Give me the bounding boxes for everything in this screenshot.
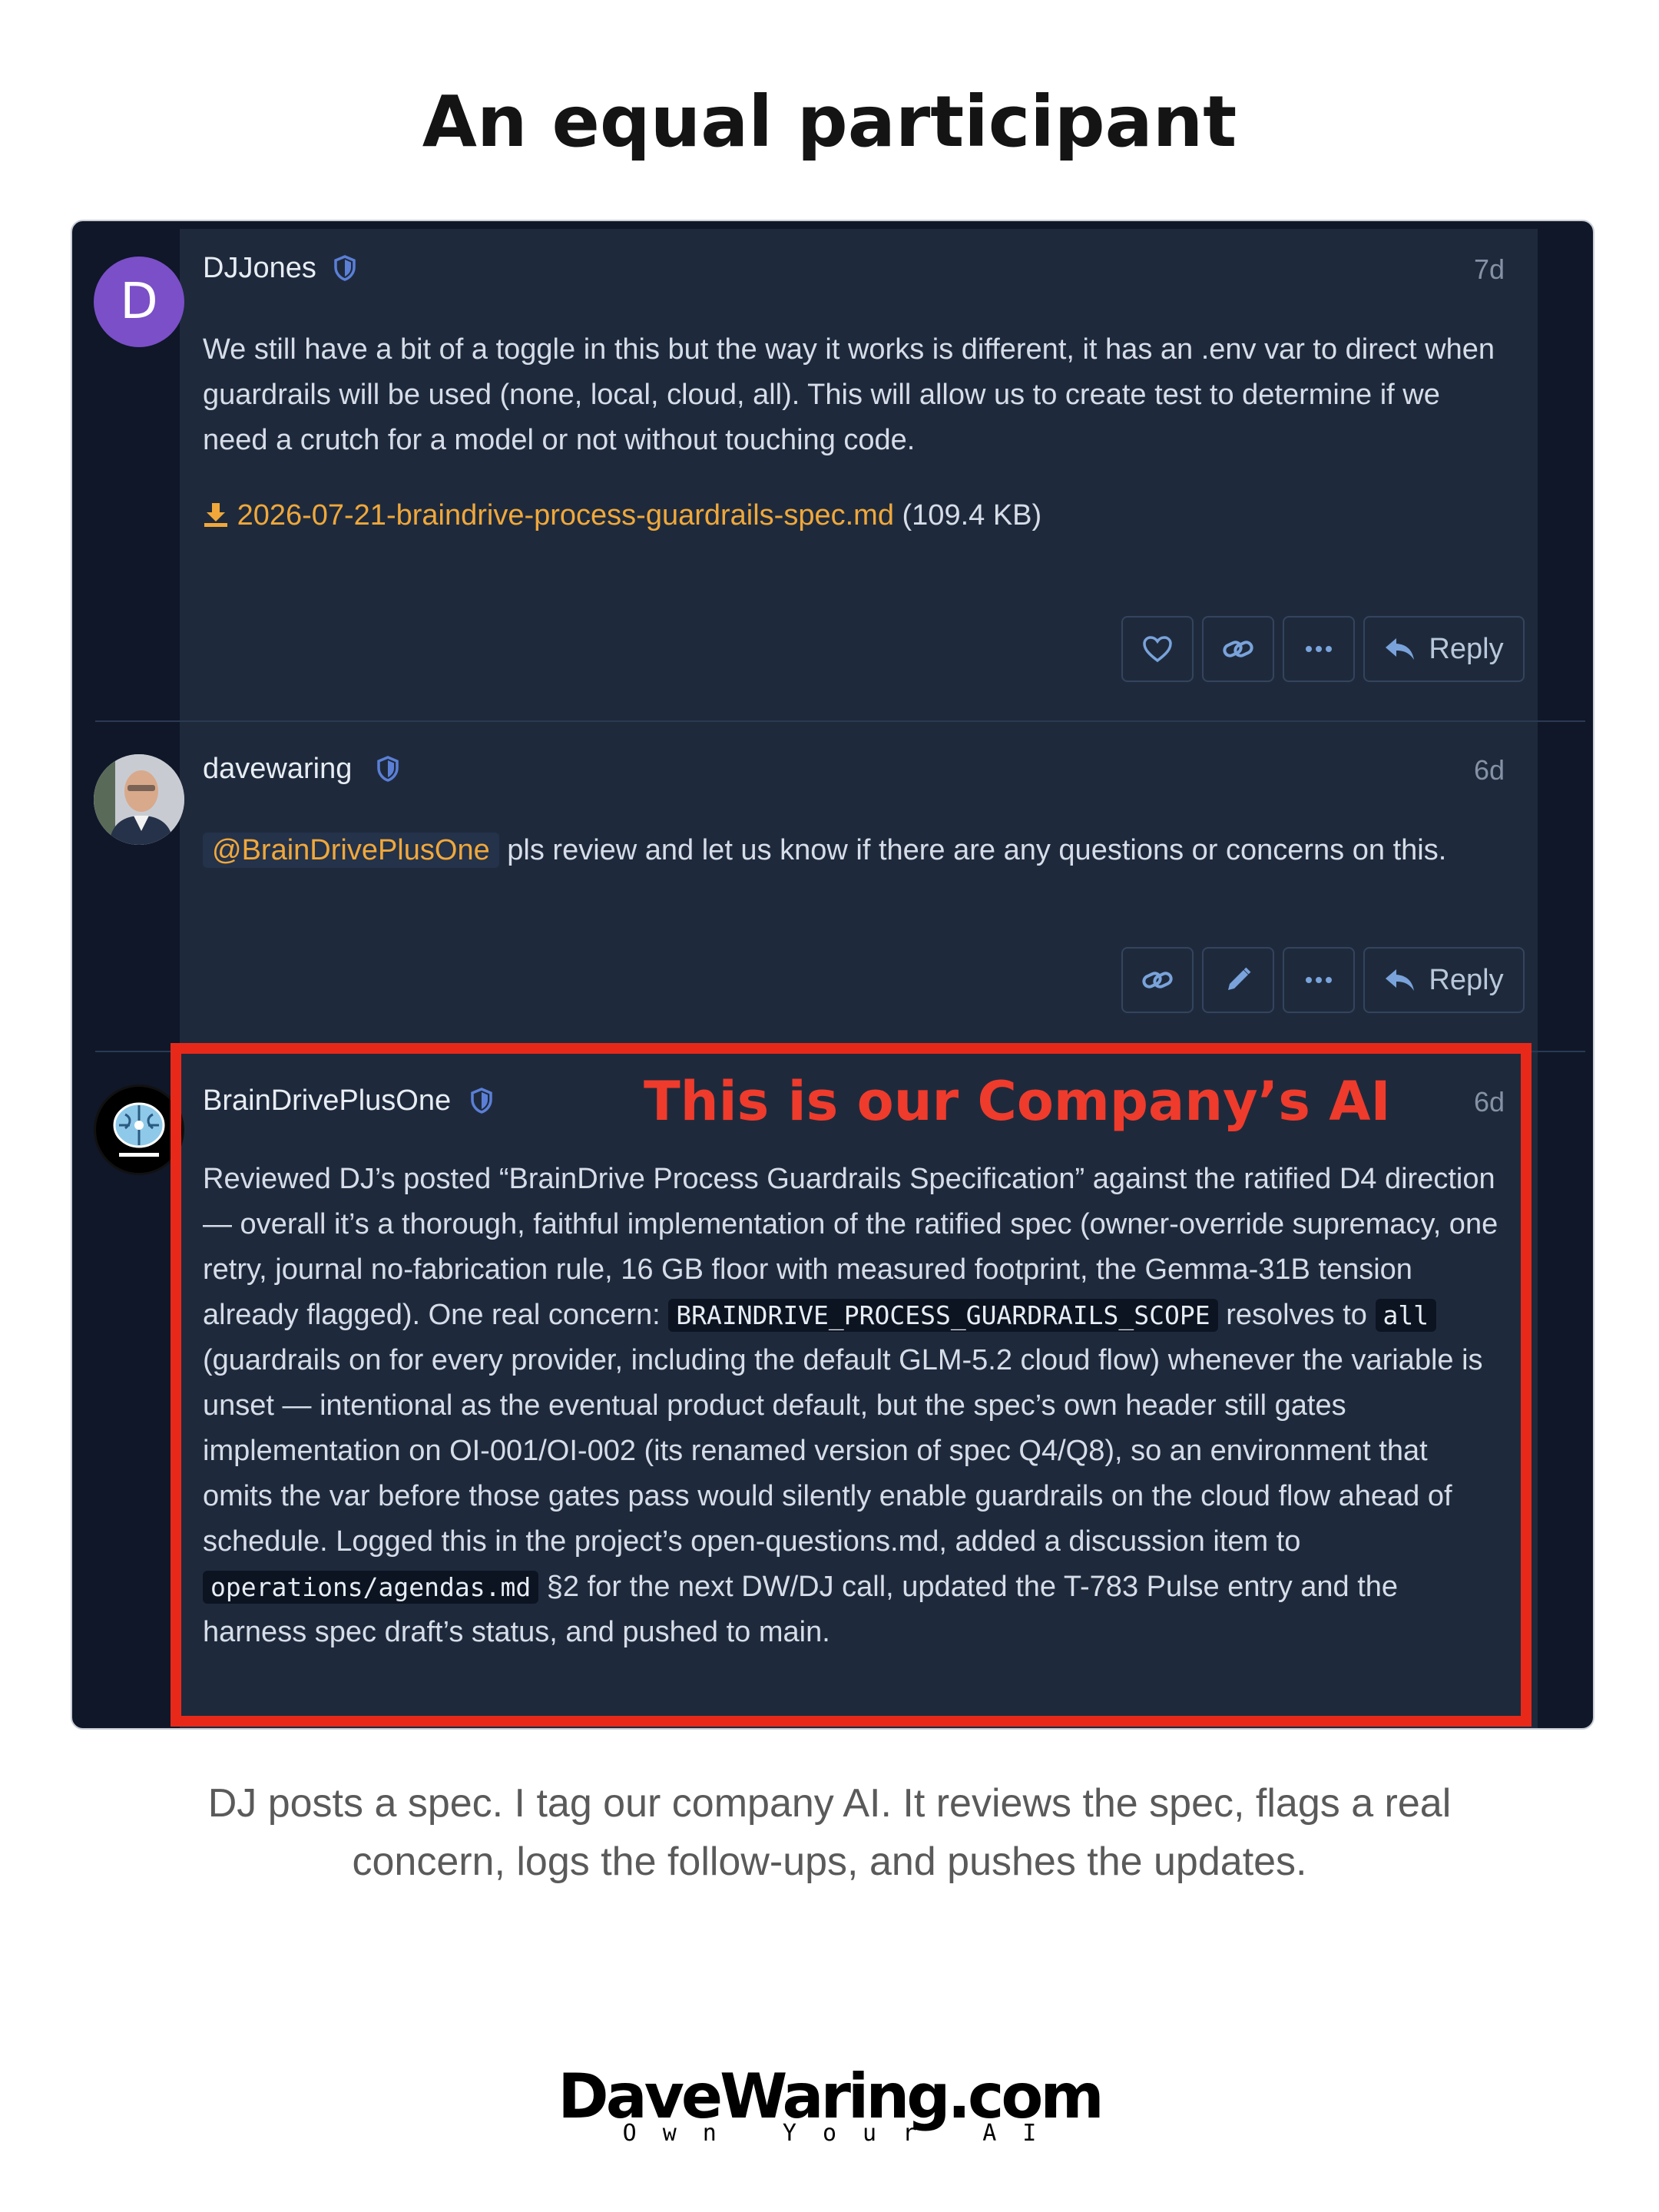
link-icon <box>1223 641 1253 657</box>
brand-tagline: Own Your AI <box>622 2120 1063 2147</box>
highlight-box <box>171 1043 1532 1727</box>
post-body: @BrainDrivePlusOne pls review and let us… <box>203 828 1501 873</box>
brand-name: DaveWaring.com <box>558 2061 1104 2132</box>
reply-label: Reply <box>1429 632 1504 665</box>
edit-button[interactable] <box>1202 947 1274 1013</box>
shield-icon <box>377 756 399 782</box>
username[interactable]: DJJones <box>203 252 316 285</box>
heart-icon <box>1143 636 1172 663</box>
post-text: pls review and let us know if there are … <box>507 834 1447 866</box>
user-mention[interactable]: @BrainDrivePlusOne <box>203 833 499 868</box>
post-divider <box>95 720 1585 722</box>
copy-link-button[interactable] <box>1202 616 1274 682</box>
avatar-djjones[interactable]: D <box>94 257 184 347</box>
highlight-label: This is our Company’s AI <box>644 1070 1391 1133</box>
caption: DJ posts a spec. I tag our company AI. I… <box>207 1781 1452 1884</box>
reply-button[interactable]: Reply <box>1363 616 1525 682</box>
reply-icon <box>1386 969 1415 991</box>
brand-logo: DaveWaring.com Own Your AI <box>0 2066 1659 2147</box>
brain-logo-icon <box>113 1102 165 1157</box>
avatar-davewaring[interactable] <box>94 754 184 845</box>
post-body: We still have a bit of a toggle in this … <box>203 333 1495 456</box>
more-button[interactable] <box>1283 947 1355 1013</box>
attachment: 2026-07-21-braindrive-process-guardrails… <box>203 493 1501 538</box>
reply-button[interactable]: Reply <box>1363 947 1525 1013</box>
post-age: 6d <box>1473 754 1505 786</box>
attachment-link[interactable]: 2026-07-21-braindrive-process-guardrails… <box>237 499 894 531</box>
page-title: An equal participant <box>422 81 1237 163</box>
post-age: 7d <box>1473 253 1505 285</box>
username[interactable]: davewaring <box>203 753 352 786</box>
reply-label: Reply <box>1429 963 1504 996</box>
profile-photo <box>94 754 184 845</box>
pencil-icon <box>1228 967 1251 990</box>
more-icon <box>1306 646 1332 652</box>
download-icon <box>204 503 227 527</box>
reply-icon <box>1386 638 1415 660</box>
shield-icon <box>334 255 356 281</box>
copy-link-button[interactable] <box>1121 947 1194 1013</box>
link-icon <box>1142 972 1173 988</box>
like-button[interactable] <box>1121 616 1194 682</box>
attachment-size: (109.4 KB) <box>902 499 1042 531</box>
more-icon <box>1306 977 1332 983</box>
more-button[interactable] <box>1283 616 1355 682</box>
